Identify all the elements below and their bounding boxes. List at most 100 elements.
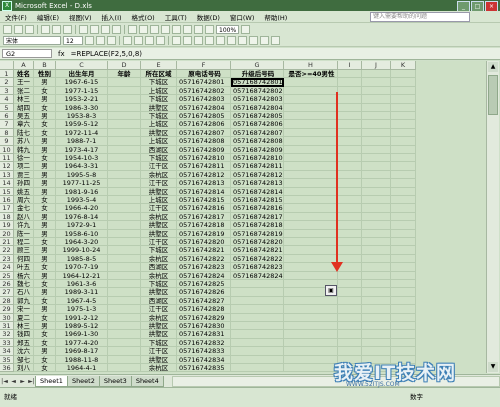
table-cell[interactable]	[391, 305, 416, 314]
italic-icon[interactable]	[96, 36, 105, 45]
table-cell[interactable]: 057168742806	[231, 120, 284, 129]
table-cell[interactable]	[338, 137, 362, 146]
table-cell[interactable]: 1953-2-21	[56, 95, 108, 104]
table-cell[interactable]	[338, 154, 362, 163]
column-header-f[interactable]: F	[177, 61, 231, 70]
scroll-up-icon[interactable]: ▲	[488, 62, 498, 72]
table-cell[interactable]: 057168742808	[231, 137, 284, 146]
table-cell[interactable]: 05716742802	[177, 86, 231, 96]
table-cell[interactable]: 05716742833	[177, 347, 231, 356]
table-cell[interactable]	[362, 305, 391, 314]
table-cell[interactable]	[231, 288, 284, 297]
table-cell[interactable]	[108, 338, 141, 348]
table-cell[interactable]: 下城区	[141, 78, 177, 87]
table-cell[interactable]	[338, 112, 362, 121]
table-cell[interactable]: 郭九	[14, 296, 34, 306]
table-cell[interactable]: 05716742806	[177, 120, 231, 129]
table-cell[interactable]	[362, 162, 391, 171]
table-cell[interactable]: 1977-11-25	[56, 179, 108, 188]
table-cell[interactable]	[362, 103, 391, 112]
table-cell[interactable]	[108, 86, 141, 96]
table-cell[interactable]: 1969-8-17	[56, 347, 108, 356]
table-cell[interactable]	[231, 296, 284, 306]
table-cell[interactable]	[108, 137, 141, 146]
table-cell[interactable]: 057168742817	[231, 212, 284, 222]
table-cell[interactable]: 057168742822	[231, 254, 284, 264]
table-cell[interactable]	[108, 246, 141, 255]
table-cell[interactable]	[391, 296, 416, 306]
table-cell[interactable]	[284, 246, 338, 255]
sheet-tab-4[interactable]: Sheet4	[130, 375, 164, 387]
row-header[interactable]: 24	[0, 263, 14, 272]
header-cell[interactable]: 姓名	[14, 70, 34, 79]
table-cell[interactable]: 西湖区	[141, 145, 177, 154]
formula-input[interactable]: =REPLACE(F2,5,0,8)	[71, 50, 142, 58]
table-cell[interactable]: 057168742804	[231, 103, 284, 112]
table-cell[interactable]: 1958-6-10	[56, 229, 108, 238]
table-cell[interactable]	[338, 120, 362, 129]
font-name-select[interactable]: 宋体	[3, 36, 61, 45]
table-cell[interactable]	[108, 296, 141, 306]
header-cell[interactable]: 原电话号码	[177, 70, 231, 79]
table-cell[interactable]	[391, 103, 416, 112]
table-cell[interactable]	[362, 212, 391, 222]
table-cell[interactable]	[338, 305, 362, 314]
table-cell[interactable]	[108, 364, 141, 373]
row-header[interactable]: 28	[0, 296, 14, 306]
align-left-icon[interactable]	[123, 36, 132, 45]
table-cell[interactable]	[108, 204, 141, 213]
table-cell[interactable]: 1999-10-24	[56, 246, 108, 255]
table-cell[interactable]	[362, 296, 391, 306]
table-cell[interactable]	[108, 254, 141, 264]
table-cell[interactable]	[338, 271, 362, 280]
table-cell[interactable]: 1988-7-1	[56, 137, 108, 146]
table-cell[interactable]: 上城区	[141, 196, 177, 205]
help-search-input[interactable]: 键入需要帮助的问题	[370, 12, 470, 22]
align-center-icon[interactable]	[134, 36, 143, 45]
table-cell[interactable]: 男	[34, 137, 56, 146]
table-cell[interactable]	[391, 170, 416, 180]
decrease-indent-icon[interactable]	[227, 36, 236, 45]
table-cell[interactable]: 05716742801	[177, 78, 231, 87]
table-cell[interactable]	[391, 137, 416, 146]
table-cell[interactable]: 05716742832	[177, 338, 231, 348]
table-cell[interactable]: 拱墅区	[141, 187, 177, 196]
table-cell[interactable]: 女	[34, 330, 56, 339]
header-cell[interactable]	[391, 70, 416, 79]
help-icon[interactable]	[241, 24, 251, 34]
sort-descending-icon[interactable]	[183, 24, 192, 34]
table-cell[interactable]: 程二	[14, 238, 34, 247]
header-cell[interactable]: 是否>=40男性	[284, 70, 338, 79]
table-cell[interactable]	[362, 179, 391, 188]
table-cell[interactable]: 上城区	[141, 120, 177, 129]
table-cell[interactable]	[391, 145, 416, 154]
table-cell[interactable]	[362, 229, 391, 238]
table-cell[interactable]: 拱墅区	[141, 330, 177, 339]
table-cell[interactable]	[362, 86, 391, 96]
table-cell[interactable]: 林三	[14, 95, 34, 104]
table-cell[interactable]	[108, 128, 141, 138]
row-header[interactable]: 21	[0, 238, 14, 247]
table-cell[interactable]: 05716742823	[177, 263, 231, 272]
table-cell[interactable]	[338, 95, 362, 104]
table-cell[interactable]	[391, 330, 416, 339]
cut-icon[interactable]	[79, 24, 88, 34]
table-cell[interactable]	[108, 112, 141, 121]
table-cell[interactable]	[391, 221, 416, 230]
table-cell[interactable]	[362, 154, 391, 163]
select-all-corner[interactable]	[0, 61, 14, 70]
table-cell[interactable]: 女	[34, 86, 56, 96]
open-icon[interactable]	[14, 24, 23, 34]
table-cell[interactable]: 孙四	[14, 179, 34, 188]
table-cell[interactable]: 05716742827	[177, 296, 231, 306]
table-cell[interactable]: 下城区	[141, 246, 177, 255]
row-header[interactable]: 18	[0, 212, 14, 222]
table-cell[interactable]	[231, 364, 284, 373]
chart-wizard-icon[interactable]	[194, 24, 203, 34]
table-cell[interactable]: 女	[34, 238, 56, 247]
table-cell[interactable]	[284, 112, 338, 121]
table-cell[interactable]: 057168742803	[231, 95, 284, 104]
header-cell[interactable]: 升级后号码	[231, 70, 284, 79]
header-cell[interactable]: 所在区域	[141, 70, 177, 79]
row-header[interactable]: 14	[0, 179, 14, 188]
